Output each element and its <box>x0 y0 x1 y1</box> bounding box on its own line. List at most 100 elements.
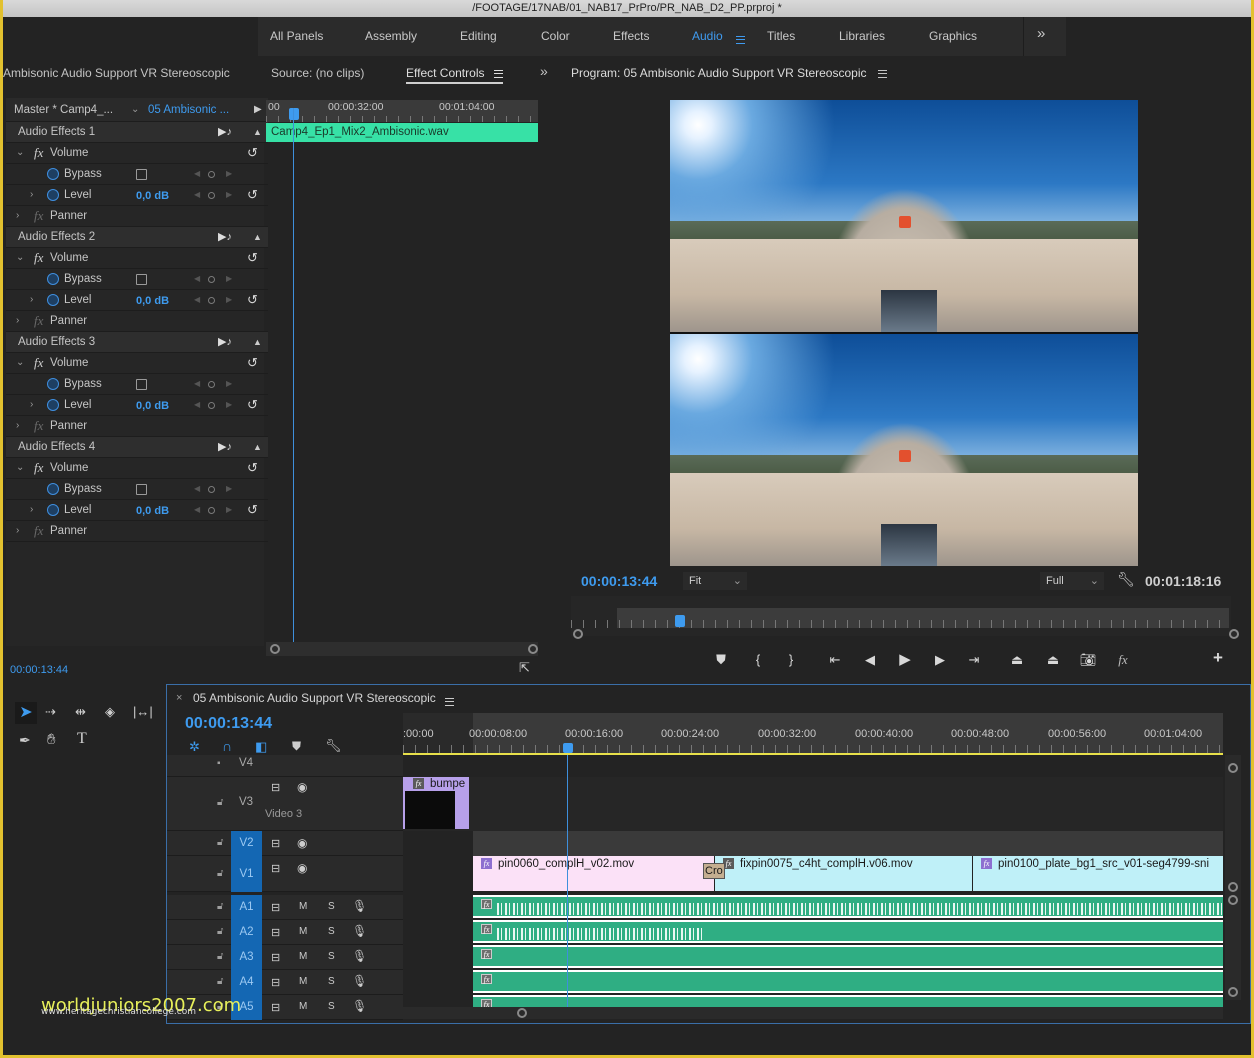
clip-v1[interactable]: fx fixpin0075_c4ht_complH.v06.mov <box>715 856 972 891</box>
eye-icon[interactable]: ◉ <box>297 861 307 875</box>
go-to-out-icon[interactable]: ⇥ <box>964 652 984 668</box>
lift-icon[interactable]: ⏏ <box>1007 652 1027 668</box>
track-target-audio[interactable]: A1 <box>231 895 262 920</box>
track-target-audio[interactable]: A2 <box>231 920 262 945</box>
next-keyframe-icon[interactable]: ▶ <box>226 290 232 310</box>
prev-keyframe-icon[interactable]: ◀ <box>194 374 200 394</box>
stopwatch-icon[interactable] <box>47 189 59 201</box>
play-audio-icon[interactable]: ▶♪ <box>218 332 232 352</box>
scroll-handle[interactable] <box>1228 882 1238 892</box>
ec-playhead-handle[interactable] <box>289 108 299 120</box>
panel-overflow-button[interactable]: » <box>540 63 548 79</box>
workspace-overflow-button[interactable]: » <box>1037 25 1045 42</box>
chevron-right-icon[interactable]: › <box>30 185 33 205</box>
ec-timecode[interactable]: 00:00:13:44 <box>10 664 68 676</box>
toggle-sync-lock-icon[interactable]: ⊟ <box>271 901 280 914</box>
workspace-assembly[interactable]: Assembly <box>365 29 417 43</box>
microphone-icon[interactable]: 🎙︎ <box>352 924 367 938</box>
track-select-tool-icon[interactable]: ⇢ <box>45 704 56 720</box>
chevron-right-icon[interactable]: › <box>30 395 33 415</box>
resolution-select[interactable]: Full ⌄ <box>1040 572 1104 590</box>
scroll-handle[interactable] <box>528 644 538 654</box>
extract-icon[interactable]: ⏏ <box>1043 652 1063 668</box>
mute-button[interactable]: M <box>299 1001 307 1012</box>
go-to-in-icon[interactable]: ⇤ <box>825 652 845 668</box>
program-current-time[interactable]: 00:00:13:44 <box>581 573 657 589</box>
selection-tool-icon[interactable]: ➤ <box>15 702 37 724</box>
solo-button[interactable]: S <box>328 901 335 912</box>
audio-clip[interactable]: fx <box>473 945 1223 968</box>
scroll-handle[interactable] <box>1229 629 1239 639</box>
audio-effects-header[interactable]: Audio Effects 1 ▶♪ ▲ <box>6 122 268 143</box>
reset-icon[interactable]: ↺ <box>247 248 258 268</box>
fx-icon[interactable]: fx <box>34 416 43 436</box>
sequence-clip-label[interactable]: 05 Ambisonic ... <box>148 98 229 122</box>
audio-effects-header[interactable]: Audio Effects 3 ▶♪ ▲ <box>6 332 268 353</box>
scroll-handle[interactable] <box>1228 987 1238 997</box>
audio-effects-header[interactable]: Audio Effects 4 ▶♪ ▲ <box>6 437 268 458</box>
lock-icon[interactable]: 🔓︎ <box>217 976 223 987</box>
eye-icon[interactable]: ◉ <box>297 780 307 794</box>
fx-icon[interactable]: fx <box>34 248 43 268</box>
ec-ruler[interactable]: 00 00:00:32:00 00:01:04:00 <box>266 100 538 122</box>
step-forward-icon[interactable]: ▶︎ <box>930 652 950 668</box>
next-keyframe-icon[interactable]: ▶ <box>226 269 232 289</box>
solo-button[interactable]: S <box>328 926 335 937</box>
fx-icon[interactable]: fx <box>34 206 43 226</box>
timeline-settings-wrench-icon[interactable]: 🔧︎ <box>325 738 342 754</box>
next-keyframe-icon[interactable]: ▶ <box>226 479 232 499</box>
clip-bumper[interactable]: fx bumpe <box>403 777 469 829</box>
mute-button[interactable]: M <box>299 926 307 937</box>
play-audio-icon[interactable]: ▶♪ <box>218 227 232 247</box>
lock-icon[interactable]: 🔓︎ <box>217 926 223 937</box>
toggle-sync-lock-icon[interactable]: ⊟ <box>271 862 280 875</box>
next-keyframe-icon[interactable]: ▶ <box>226 500 232 520</box>
stopwatch-icon[interactable] <box>47 483 59 495</box>
lock-icon[interactable]: 🔓︎ <box>217 797 223 808</box>
audio-clip[interactable]: fx <box>473 920 1223 943</box>
toggle-sync-lock-icon[interactable]: ⊟ <box>271 1001 280 1014</box>
eye-icon[interactable]: ◉ <box>297 836 307 850</box>
workspace-graphics[interactable]: Graphics <box>929 29 977 43</box>
mark-out-icon[interactable]: } <box>781 652 801 667</box>
add-keyframe-icon[interactable] <box>208 192 215 199</box>
level-value[interactable]: 0,0 dB <box>136 291 169 311</box>
audio-clip[interactable]: fx <box>473 970 1223 993</box>
ripple-edit-tool-icon[interactable]: ⇹ <box>75 704 86 720</box>
toggle-sync-lock-icon[interactable]: ⊟ <box>271 976 280 989</box>
microphone-icon[interactable]: 🎙︎ <box>352 899 367 913</box>
add-keyframe-icon[interactable] <box>208 402 215 409</box>
play-triangle-icon[interactable]: ▶ <box>254 98 262 122</box>
master-clip-label[interactable]: Master * Camp4_... <box>14 98 113 122</box>
close-icon[interactable]: × <box>176 692 182 704</box>
audio-clip[interactable]: fx <box>473 895 1223 918</box>
add-marker-icon[interactable]: ⛊ <box>292 739 301 754</box>
lock-icon[interactable]: 🔓︎ <box>217 901 223 912</box>
reset-icon[interactable]: ↺ <box>247 353 258 373</box>
effect-volume-row[interactable]: ⌄ fx Volume ↺ <box>6 458 268 479</box>
prev-keyframe-icon[interactable]: ◀ <box>194 164 200 184</box>
workspace-effects[interactable]: Effects <box>613 29 649 43</box>
vertical-scrollbar[interactable] <box>1225 755 1241 1000</box>
toggle-sync-lock-icon[interactable]: ⊟ <box>271 926 280 939</box>
bypass-checkbox[interactable] <box>136 169 147 180</box>
track-target-audio[interactable]: A3 <box>231 945 262 970</box>
scroll-handle[interactable] <box>270 644 280 654</box>
program-menu-icon[interactable] <box>878 66 887 80</box>
fx-icon[interactable]: fx <box>34 143 43 163</box>
chevron-right-icon[interactable]: › <box>30 290 33 310</box>
work-area-bar[interactable] <box>403 753 1223 755</box>
stopwatch-icon[interactable] <box>47 504 59 516</box>
toggle-sync-lock-icon[interactable]: ⊟ <box>271 837 280 850</box>
chevron-down-icon[interactable]: ⌄ <box>16 248 24 268</box>
effect-panner-row[interactable]: › fx Panner <box>6 416 268 437</box>
workspace-audio[interactable]: Audio <box>692 29 723 43</box>
collapse-up-icon[interactable]: ▲ <box>253 122 262 142</box>
add-button-icon[interactable]: + <box>1208 648 1228 668</box>
lock-icon[interactable]: 🔓︎ <box>217 837 223 848</box>
clip-v1[interactable]: fx pin0100_plate_bg1_src_v01-seg4799-sni <box>973 856 1223 891</box>
fx-icon[interactable]: fx <box>34 353 43 373</box>
reset-icon[interactable]: ↺ <box>247 185 258 205</box>
ec-clip-bar[interactable]: Camp4_Ep1_Mix2_Ambisonic.wav <box>266 123 538 142</box>
prev-keyframe-icon[interactable]: ◀ <box>194 269 200 289</box>
